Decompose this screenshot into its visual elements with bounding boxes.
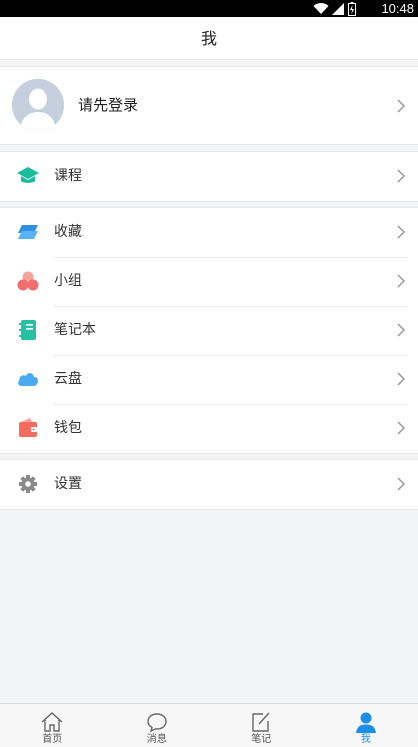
wifi-icon [313, 3, 329, 15]
menu-item-label: 设置 [54, 476, 82, 492]
menu-item-label: 收藏 [54, 224, 82, 240]
chevron-right-icon [397, 477, 406, 491]
profile-login-row[interactable]: 请先登录 [0, 66, 418, 145]
menu-item-label: 云盘 [54, 371, 82, 387]
tab-label: 我 [360, 734, 371, 745]
chat-bubble-icon [147, 713, 167, 733]
menu-item-cloud[interactable]: 云盘 [0, 355, 418, 404]
chevron-right-icon [397, 372, 406, 386]
menu-item-group[interactable]: 小组 [0, 257, 418, 306]
home-icon [41, 712, 63, 732]
signal-icon [332, 3, 344, 15]
title-bar: 我 [0, 17, 418, 60]
status-bar: 10:48 [0, 0, 418, 17]
tab-label: 笔记 [251, 734, 272, 745]
gear-icon [19, 475, 37, 493]
stacked-layers-icon [18, 225, 38, 239]
bottom-tab-bar: 首页 消息 笔记 我 [0, 703, 418, 747]
battery-icon [348, 1, 356, 16]
menu-item-course[interactable]: 课程 [0, 152, 418, 201]
menu-item-label: 小组 [54, 273, 82, 289]
chevron-right-icon [397, 421, 406, 435]
menu-group-course: 课程 [0, 151, 418, 202]
menu-group-settings: 设置 [0, 459, 418, 510]
tab-label: 首页 [42, 734, 63, 745]
menu-item-notebook[interactable]: 笔记本 [0, 306, 418, 355]
chevron-right-icon [397, 225, 406, 239]
chevron-right-icon [397, 169, 406, 183]
avatar [12, 79, 64, 131]
page-title: 我 [200, 29, 217, 48]
menu-item-wallet[interactable]: 钱包 [0, 404, 418, 453]
tab-messages[interactable]: 消息 [105, 704, 210, 747]
tab-notes[interactable]: 笔记 [209, 704, 314, 747]
menu-item-label: 笔记本 [54, 322, 96, 338]
status-time: 10:48 [381, 1, 414, 16]
chevron-right-icon [397, 274, 406, 288]
wallet-icon [19, 418, 37, 437]
menu-item-label: 钱包 [54, 420, 82, 436]
login-prompt: 请先登录 [78, 96, 139, 114]
status-icons [313, 1, 356, 16]
menu-item-settings[interactable]: 设置 [0, 460, 418, 509]
graduation-cap-icon [17, 167, 39, 183]
default-avatar-icon [12, 79, 64, 131]
tab-home[interactable]: 首页 [0, 704, 105, 747]
notebook-icon [19, 320, 36, 340]
menu-group-main: 收藏 小组 笔记本 云盘 钱包 [0, 207, 418, 454]
circles-cluster-icon [17, 271, 39, 291]
menu-item-favorites[interactable]: 收藏 [0, 208, 418, 257]
edit-note-icon [252, 712, 270, 732]
tab-me[interactable]: 我 [314, 704, 418, 747]
menu-item-label: 课程 [54, 168, 82, 184]
cloud-icon [18, 373, 38, 386]
chevron-right-icon [397, 99, 406, 113]
person-icon [355, 712, 376, 733]
chevron-right-icon [397, 323, 406, 337]
tab-label: 消息 [146, 734, 167, 745]
